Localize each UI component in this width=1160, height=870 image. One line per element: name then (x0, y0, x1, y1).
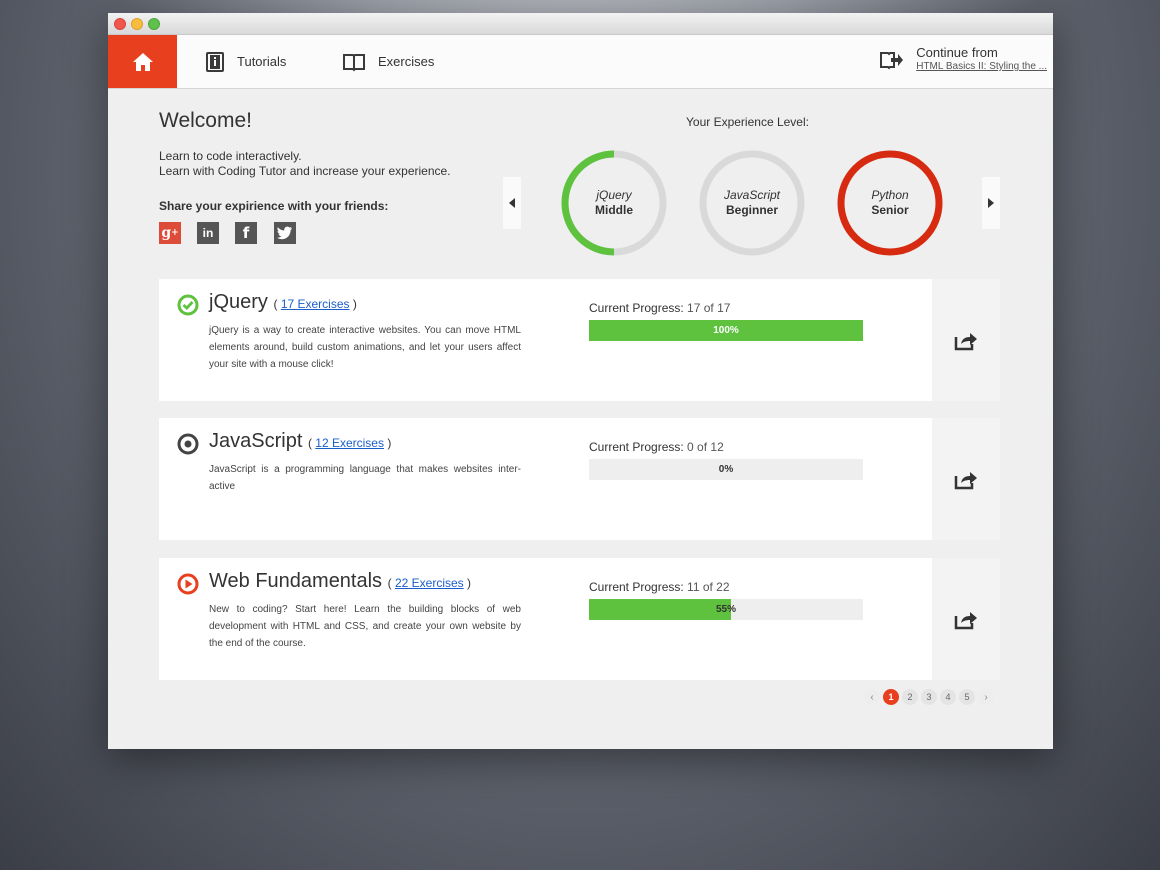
progress-bar: 100% (589, 320, 863, 341)
ring-language: JavaScript (723, 188, 781, 202)
course-title: Web Fundamentals ( 22 Exercises ) (209, 570, 472, 592)
course-card-web-fundamentals: Web Fundamentals ( 22 Exercises ) New to… (159, 558, 1000, 680)
experience-label: Your Experience Level: (686, 115, 809, 129)
course-title: jQuery ( 17 Exercises ) (209, 291, 357, 313)
twitter-bird-glyph (277, 226, 292, 240)
progress-label-text: Current Progress: (589, 440, 684, 454)
app-window: Tutorials Exercises Continue from HTML B… (108, 13, 1053, 749)
ring-level: Middle (595, 203, 633, 217)
pagination-page-5[interactable]: 5 (959, 689, 975, 705)
target-circle-icon (177, 433, 199, 455)
course-card-javascript: JavaScript ( 12 Exercises ) JavaScript i… (159, 418, 1000, 540)
top-navigation: Tutorials Exercises Continue from HTML B… (108, 35, 1053, 89)
facebook-icon[interactable]: f (235, 222, 257, 244)
experience-next-button[interactable] (982, 177, 1000, 229)
progress-percent: 55% (589, 599, 863, 620)
continue-title: Continue from (916, 45, 998, 60)
pagination-page-4[interactable]: 4 (940, 689, 956, 705)
experience-ring-python[interactable]: Python Senior (836, 149, 944, 257)
linkedin-icon[interactable]: in (197, 222, 219, 244)
exercises-link[interactable]: 12 Exercises (315, 436, 384, 450)
progress-label: Current Progress: 0 of 12 (589, 440, 724, 454)
nav-tutorials-label: Tutorials (237, 54, 287, 69)
home-icon (132, 52, 153, 71)
pagination-page-3[interactable]: 3 (921, 689, 937, 705)
progress-percent: 100% (713, 325, 739, 336)
progress-value: 11 of 22 (687, 580, 730, 594)
welcome-title: Welcome! (159, 109, 252, 132)
play-circle-icon (177, 573, 199, 595)
pagination-prev-button[interactable]: ‹ (864, 689, 880, 705)
exercises-link[interactable]: 17 Exercises (281, 297, 350, 311)
course-description: JavaScript is a programming language tha… (209, 464, 521, 492)
experience-prev-button[interactable] (503, 177, 521, 229)
progress-bar: 55% (589, 599, 863, 620)
progress-percent: 0% (718, 464, 734, 475)
progress-label: Current Progress: 17 of 17 (589, 301, 730, 315)
pagination-page-2[interactable]: 2 (902, 689, 918, 705)
twitter-icon[interactable] (274, 222, 296, 244)
chevron-right-icon (988, 198, 994, 208)
welcome-line-2: Learn with Coding Tutor and increase you… (159, 164, 451, 178)
course-card-jquery: jQuery ( 17 Exercises ) jQuery is a way … (159, 279, 1000, 401)
continue-link[interactable]: HTML Basics II: Styling the ... (916, 60, 1047, 74)
google-plus-icon[interactable]: g + (159, 222, 181, 244)
chevron-left-icon (509, 198, 515, 208)
progress-value: 17 of 17 (687, 301, 731, 315)
progress-value: 0 of 12 (687, 440, 724, 454)
progress-percent-text: 55% (715, 604, 736, 615)
info-book-icon (206, 51, 224, 72)
progress-label: Current Progress: 11 of 22 (589, 580, 730, 594)
open-book-icon (343, 53, 365, 71)
nav-exercises-label: Exercises (378, 54, 435, 69)
share-arrow-icon (954, 333, 977, 351)
ring-level: Beginner (725, 203, 778, 217)
progress-bar: 0% (589, 459, 863, 480)
progress-label-text: Current Progress: (589, 301, 684, 315)
progress-label-text: Current Progress: (589, 580, 684, 594)
course-name: JavaScript (209, 430, 303, 452)
share-arrow-icon (954, 472, 977, 490)
title-bar (108, 13, 1053, 35)
continue-from[interactable]: Continue from HTML Basics II: Styling th… (880, 45, 1047, 74)
experience-ring-javascript[interactable]: JavaScript Beginner (698, 149, 806, 257)
exercises-link[interactable]: 22 Exercises (395, 576, 464, 590)
share-course-button[interactable] (932, 558, 1000, 680)
nav-tutorials[interactable]: Tutorials (205, 35, 286, 88)
book-arrow-icon (880, 52, 904, 70)
home-button[interactable] (108, 35, 177, 88)
ring-level: Senior (871, 203, 909, 217)
share-arrow-icon (954, 612, 977, 630)
course-name: Web Fundamentals (209, 570, 383, 592)
check-circle-icon (177, 294, 199, 316)
pagination: ‹ 1 2 3 4 5 › (864, 689, 997, 705)
pagination-page-1[interactable]: 1 (883, 689, 899, 705)
course-description: New to coding? Start here! Learn the bui… (209, 604, 521, 649)
course-title: JavaScript ( 12 Exercises ) (209, 430, 392, 452)
maximize-window-button[interactable] (148, 18, 160, 30)
share-course-button[interactable] (932, 279, 1000, 401)
ring-language: Python (871, 188, 909, 202)
share-course-button[interactable] (932, 418, 1000, 540)
share-label: Share your expirience with your friends: (159, 199, 389, 213)
course-description: jQuery is a way to create interactive we… (209, 325, 521, 370)
welcome-line-1: Learn to code interactively. (159, 149, 302, 163)
minimize-window-button[interactable] (131, 18, 143, 30)
course-name: jQuery (209, 291, 268, 313)
experience-ring-jquery[interactable]: jQuery Middle (560, 149, 668, 257)
welcome-text: Learn to code interactively. Learn with … (159, 149, 451, 179)
pagination-next-button[interactable]: › (978, 689, 994, 705)
ring-language: jQuery (596, 188, 632, 202)
nav-exercises[interactable]: Exercises (342, 35, 434, 88)
close-window-button[interactable] (114, 18, 126, 30)
